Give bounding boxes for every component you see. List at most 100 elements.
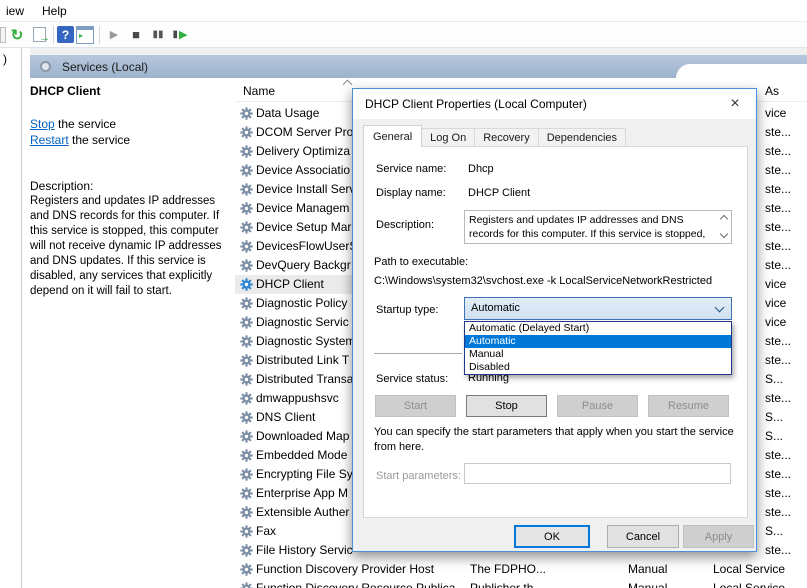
- resume-button[interactable]: Resume: [648, 395, 729, 417]
- restartsvc-icon[interactable]: [169, 25, 191, 45]
- pause-icon[interactable]: [147, 25, 169, 45]
- dropdown-option[interactable]: Automatic (Delayed Start): [465, 322, 731, 335]
- service-status-label: Service status:: [376, 373, 448, 385]
- service-logon-as-fragment: ste...: [765, 201, 791, 215]
- services-icon: [40, 61, 51, 72]
- toolbar-separator: [99, 26, 100, 44]
- service-name: Function Discovery Provider Host: [256, 562, 434, 576]
- service-name: Diagnostic Servic: [256, 315, 349, 329]
- column-header-name[interactable]: Name: [243, 84, 275, 98]
- service-logon-as-fragment: vice: [765, 277, 786, 291]
- tab-general[interactable]: General: [363, 125, 422, 147]
- stop-service-rest: the service: [55, 117, 116, 131]
- gear-icon: [240, 240, 253, 253]
- stop-button[interactable]: Stop: [466, 395, 547, 417]
- service-startup-type: Manual: [628, 562, 667, 576]
- start-parameters-hint: You can specify the start parameters tha…: [374, 425, 736, 455]
- description-textbox-value: Registers and updates IP addresses and D…: [469, 213, 709, 241]
- service-logon-as: Local Service: [713, 581, 785, 588]
- dropdown-option[interactable]: Manual: [465, 348, 731, 361]
- service-name: Fax: [256, 524, 276, 538]
- service-startup-type: Manual: [628, 581, 667, 588]
- ok-button[interactable]: OK: [514, 525, 590, 548]
- service-logon-as-fragment: ste...: [765, 467, 791, 481]
- description-textbox[interactable]: Registers and updates IP addresses and D…: [464, 210, 732, 244]
- service-row[interactable]: Function Discovery Provider HostThe FDPH…: [235, 560, 807, 579]
- menu-bar: iew Help: [0, 0, 807, 22]
- gear-icon: [240, 373, 253, 386]
- service-logon-as-fragment: ste...: [765, 505, 791, 519]
- service-logon-as-fragment: vice: [765, 296, 786, 310]
- help-icon[interactable]: ?: [57, 26, 74, 43]
- restart-service-rest: the service: [69, 133, 130, 147]
- gear-icon: [240, 563, 253, 576]
- dialog-description-label: Description:: [376, 219, 434, 231]
- service-row[interactable]: Function Discovery Resource Publica Publi…: [235, 579, 807, 588]
- restart-service-line: Restart the service: [30, 132, 130, 148]
- restart-service-link[interactable]: Restart: [30, 133, 69, 147]
- gear-icon: [240, 259, 253, 272]
- close-icon[interactable]: ×: [714, 89, 756, 118]
- service-name: Device Associatio: [256, 163, 350, 177]
- service-logon-as-fragment: ste...: [765, 144, 791, 158]
- service-description: Publisher th...: [470, 581, 543, 588]
- service-name: Diagnostic System: [256, 334, 355, 348]
- startup-type-combobox[interactable]: Automatic: [464, 297, 732, 320]
- service-name: Device Setup Mar: [256, 220, 351, 234]
- column-header-logonas-fragment[interactable]: As: [765, 84, 779, 98]
- toolbar-separator: [53, 26, 54, 44]
- startup-type-value: Automatic: [471, 302, 520, 314]
- gear-icon: [240, 107, 253, 120]
- gear-icon: [240, 506, 253, 519]
- console-tree-panel[interactable]: ): [0, 48, 22, 588]
- export-icon[interactable]: [28, 25, 50, 45]
- service-name: Function Discovery Resource Publica: [256, 581, 455, 588]
- services-console-window: iew Help ? ) Services (Local) DHCP Clien…: [0, 0, 807, 588]
- service-name: Delivery Optimiza: [256, 144, 350, 158]
- dropdown-option[interactable]: Disabled: [465, 361, 731, 374]
- cancel-button[interactable]: Cancel: [607, 525, 679, 548]
- tab-recovery[interactable]: Recovery: [474, 128, 538, 147]
- scroll-down-icon[interactable]: [719, 230, 727, 238]
- start-parameters-input[interactable]: [464, 463, 731, 484]
- service-logon-as-fragment: ste...: [765, 353, 791, 367]
- startup-type-label: Startup type:: [376, 304, 438, 316]
- service-name: Device Managem: [256, 201, 349, 215]
- gear-icon: [240, 202, 253, 215]
- service-name: dmwappushsvc: [256, 391, 339, 405]
- apply-button[interactable]: Apply: [683, 525, 754, 548]
- service-name-label: Service name:: [376, 163, 446, 175]
- menu-help[interactable]: Help: [33, 0, 76, 22]
- tab-dependencies[interactable]: Dependencies: [538, 128, 626, 147]
- gear-icon: [240, 449, 253, 462]
- window-icon[interactable]: [74, 25, 96, 45]
- gear-icon: [240, 468, 253, 481]
- tree-item-partial: ): [3, 52, 7, 66]
- stop-service-line: Stop the service: [30, 116, 130, 132]
- service-logon-as-fragment: S...: [765, 372, 783, 386]
- start-button[interactable]: Start: [375, 395, 456, 417]
- scroll-up-icon[interactable]: [719, 215, 727, 223]
- service-name: Distributed Transa: [256, 372, 353, 386]
- startup-type-dropdown-list: Automatic (Delayed Start)AutomaticManual…: [464, 321, 732, 375]
- gear-icon: [240, 487, 253, 500]
- refresh-icon[interactable]: [6, 25, 28, 45]
- stop-service-link[interactable]: Stop: [30, 117, 55, 131]
- service-name: Diagnostic Policy: [256, 296, 347, 310]
- dropdown-option[interactable]: Automatic: [465, 335, 731, 348]
- gear-icon: [240, 430, 253, 443]
- service-name: DHCP Client: [256, 277, 324, 291]
- stop-icon[interactable]: [125, 25, 147, 45]
- service-logon-as-fragment: ste...: [765, 220, 791, 234]
- service-name: Embedded Mode: [256, 448, 347, 462]
- service-logon-as-fragment: ste...: [765, 125, 791, 139]
- dialog-title: DHCP Client Properties (Local Computer): [365, 97, 587, 111]
- start-icon[interactable]: [103, 25, 125, 45]
- dialog-titlebar[interactable]: DHCP Client Properties (Local Computer) …: [353, 89, 756, 119]
- menu-view-partial[interactable]: iew: [0, 0, 33, 22]
- tab-logon[interactable]: Log On: [421, 128, 475, 147]
- dialog-tabs: General Log On Recovery Dependencies: [363, 126, 625, 147]
- description-scrollbar[interactable]: [717, 212, 730, 242]
- pause-button[interactable]: Pause: [557, 395, 638, 417]
- service-name: Distributed Link T: [256, 353, 349, 367]
